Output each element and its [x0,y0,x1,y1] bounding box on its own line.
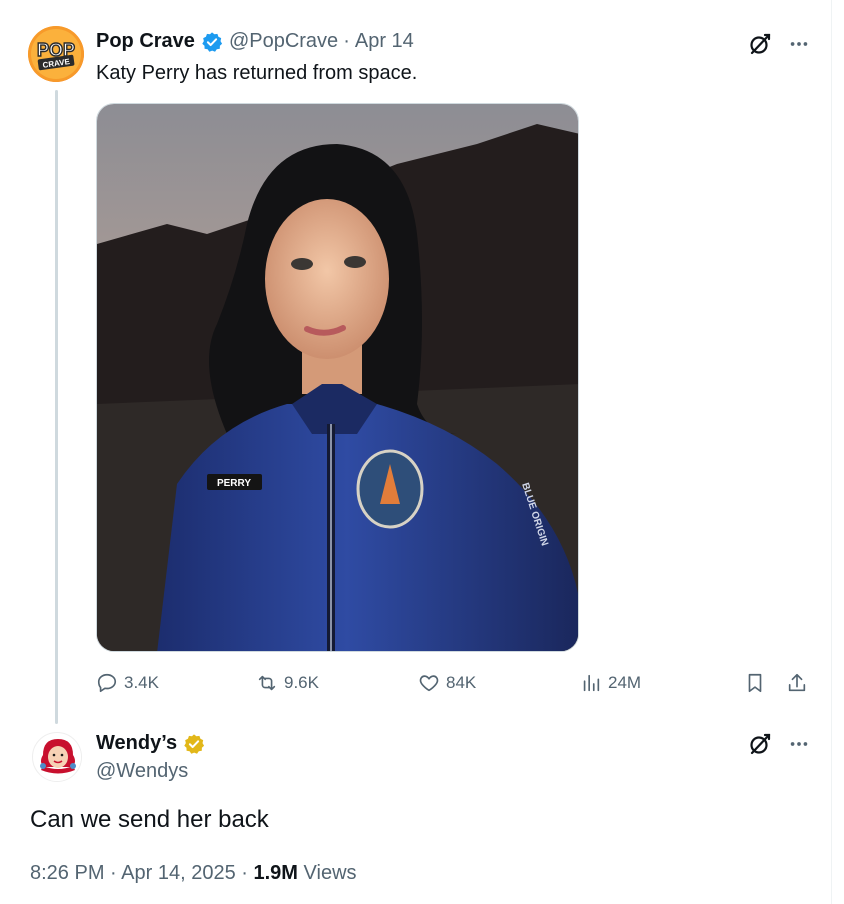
parent-tweet-header: Pop Crave @PopCrave · Apr 14 [96,30,414,53]
reply-icon [97,673,117,693]
parent-tweet-top-actions [748,32,810,56]
bookmark-icon [748,673,762,693]
reply-tweet-header: Wendy’s [96,732,211,755]
tweet-date[interactable]: Apr 14 [355,30,414,53]
tweet-thread: POP CRAVE Pop Crave @PopCrave · Apr 14 K… [0,0,832,904]
more-dots-icon[interactable] [788,733,810,755]
parent-tweet-action-bar: 3.4K 9.6K 84K 24M [96,672,816,698]
separator-dot: · [241,862,248,884]
reply-views-label: Views [303,862,357,884]
share-icon [788,673,806,692]
grok-icon[interactable] [748,32,772,56]
reply-author-handle[interactable]: @Wendys [96,760,188,783]
reply-date[interactable]: Apr 14, 2025 [121,862,236,884]
like-count: 84K [446,673,477,692]
wendys-logo [34,734,81,781]
views-button[interactable]: 24M [580,672,641,694]
more-dots-icon[interactable] [788,33,810,55]
reply-tweet-meta: 8:26 PM · Apr 14, 2025 · 1.9M Views [30,862,357,885]
heart-icon [419,675,439,692]
grok-icon[interactable] [748,732,772,756]
author-name[interactable]: Pop Crave [96,30,195,53]
svg-text:PERRY: PERRY [217,478,251,489]
verified-gold-badge-icon [184,733,205,754]
reply-tweet-text: Can we send her back [30,806,269,833]
author-handle[interactable]: @PopCrave [229,30,338,53]
repost-count: 9.6K [284,673,319,692]
separator-dot: · [343,30,350,52]
reply-author-name[interactable]: Wendy’s [96,732,177,755]
reply-button[interactable]: 3.4K [96,672,159,694]
share-button[interactable] [786,672,814,694]
repost-icon [258,675,276,691]
verified-badge-icon [202,31,223,52]
tweet-photo[interactable]: PERRY BLUE ORIGIN [96,103,579,652]
reply-tweet-top-actions [748,732,810,756]
katy-perry-spacesuit-photo: PERRY BLUE ORIGIN [97,104,578,651]
thread-connector-line [55,90,58,724]
popcrave-logo: POP CRAVE [28,26,84,82]
reply-time[interactable]: 8:26 PM [30,862,104,884]
bookmark-button[interactable] [744,672,772,694]
parent-tweet-text: Katy Perry has returned from space. [96,62,418,84]
analytics-icon [583,674,600,692]
repost-button[interactable]: 9.6K [256,672,319,694]
wendys-avatar[interactable] [32,732,82,782]
popcrave-avatar[interactable]: POP CRAVE [28,26,84,82]
like-button[interactable]: 84K [418,672,476,694]
separator-dot: · [110,862,117,884]
reply-count: 3.4K [124,673,159,692]
views-count: 24M [608,673,642,692]
reply-views-count: 1.9M [253,862,298,884]
